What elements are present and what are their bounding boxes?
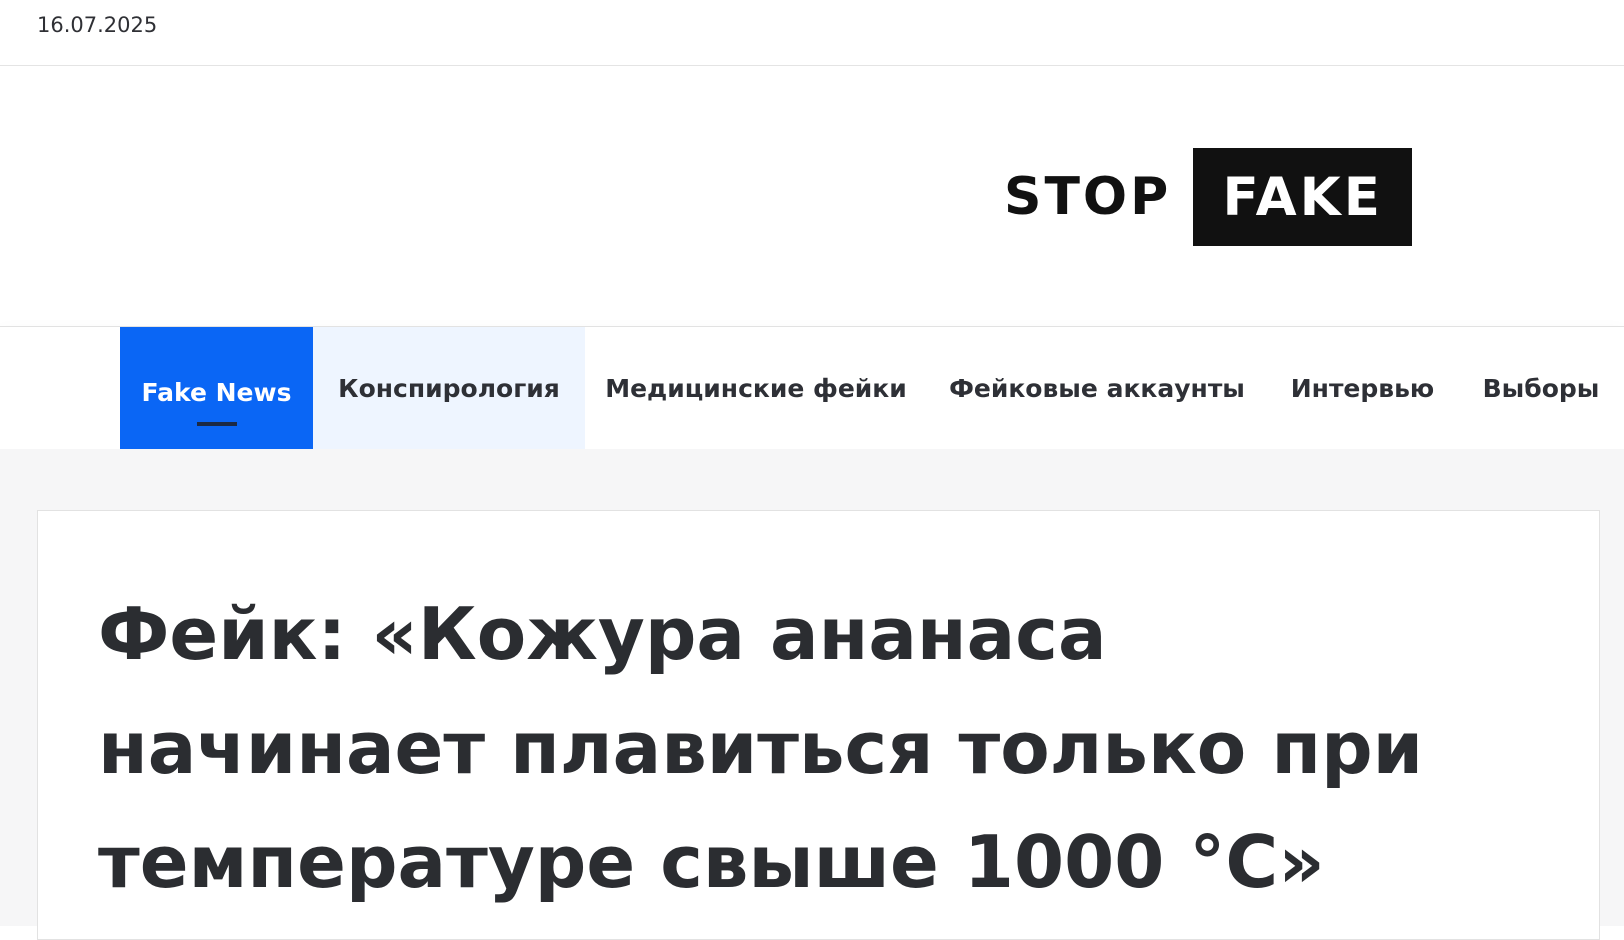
article-title: Фейк: «Кожура ананаса начинает плавиться… <box>98 592 1424 904</box>
nav-item-label: Конспирология <box>338 373 560 403</box>
current-date: 16.07.2025 <box>37 13 158 37</box>
nav-item-label: Фейковые аккаунты <box>949 373 1245 403</box>
nav-item-medical-fakes[interactable]: Медицинские фейки <box>585 327 927 449</box>
nav-item-label: Выборы <box>1482 373 1600 403</box>
article-card: Фейк: «Кожура ананаса начинает плавиться… <box>37 510 1600 940</box>
nav-item-label: Медицинские фейки <box>605 373 907 403</box>
nav-item-fake-news[interactable]: Fake News <box>120 327 313 458</box>
site-header: STOP FAKE <box>0 66 1624 326</box>
logo-stop-text: STOP <box>1004 167 1172 227</box>
nav-item-label: Fake News <box>141 378 292 407</box>
nav-item-fake-accounts[interactable]: Фейковые аккаунты <box>927 327 1267 449</box>
nav-item-conspiracy[interactable]: Конспирология <box>313 327 585 449</box>
nav-item-elections[interactable]: Выборы <box>1458 327 1624 449</box>
nav-item-label: Интервью <box>1290 373 1435 403</box>
site-logo[interactable]: STOP FAKE <box>1004 148 1413 246</box>
nav-item-interview[interactable]: Интервью <box>1267 327 1458 449</box>
top-bar: 16.07.2025 <box>0 0 1624 66</box>
main-navigation: Fake News Конспирология Медицинские фейк… <box>0 326 1624 458</box>
active-underline <box>196 422 237 426</box>
logo-fake-text: FAKE <box>1193 148 1413 246</box>
